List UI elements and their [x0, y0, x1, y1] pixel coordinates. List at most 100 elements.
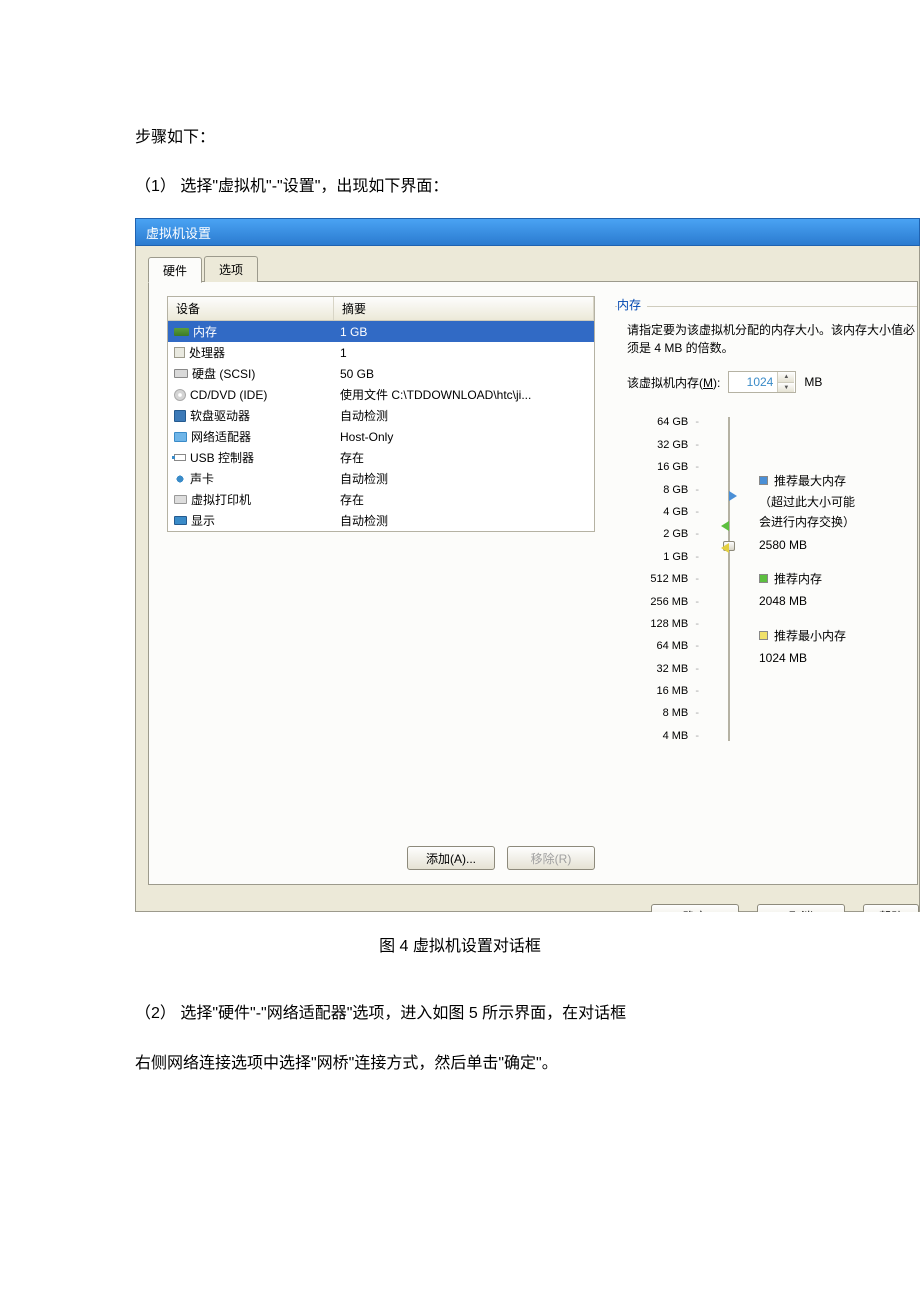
- device-summary: 自动检测: [334, 406, 594, 425]
- device-name: 内存: [193, 323, 217, 340]
- dialog-body: 硬件 选项 设备 摘要 内存 1 GB 处理器1 硬盘 (SCSI) 50 GB CD/D…: [135, 246, 920, 912]
- device-table-body: 内存 1 GB 处理器1 硬盘 (SCSI) 50 GB CD/DVD (IDE) 使用文件…: [168, 321, 594, 531]
- memory-input-label: 该虚拟机内存(M):: [627, 374, 720, 391]
- table-row[interactable]: 网络适配器Host-Only: [168, 426, 594, 447]
- spin-down-icon[interactable]: ▼: [778, 383, 794, 393]
- memory-value-input[interactable]: [729, 372, 777, 392]
- table-row[interactable]: 硬盘 (SCSI) 50 GB: [168, 363, 594, 384]
- mem-icon: [174, 328, 189, 336]
- tick-label: 32 MB -: [627, 658, 699, 680]
- device-name: CD/DVD (IDE): [190, 388, 267, 402]
- tick-label: 64 MB -: [627, 635, 699, 657]
- device-summary: 存在: [334, 448, 594, 467]
- legend-rec: 推荐内存 2048 MB: [759, 569, 915, 612]
- ok-button[interactable]: 确定: [651, 904, 739, 912]
- memory-input-row: 该虚拟机内存(M): ▲▼ MB: [627, 371, 915, 393]
- table-row[interactable]: 声卡自动检测: [168, 468, 594, 489]
- device-cell: CD/DVD (IDE): [168, 387, 334, 403]
- dialog-titlebar[interactable]: 虚拟机设置: [135, 218, 920, 246]
- spinner-buttons[interactable]: ▲▼: [777, 372, 794, 392]
- sound-icon: [174, 473, 186, 485]
- table-row[interactable]: 虚拟打印机存在: [168, 489, 594, 510]
- spin-up-icon[interactable]: ▲: [778, 372, 794, 383]
- device-button-row: 添加(A)... 移除(R): [167, 846, 595, 870]
- dialog-footer: 确定 取消 帮助: [148, 893, 919, 912]
- device-cell: 内存: [168, 322, 334, 341]
- marker-rec-icon: [721, 521, 729, 531]
- device-summary: 1 GB: [334, 324, 594, 340]
- hardware-panel: 设备 摘要 内存 1 GB 处理器1 硬盘 (SCSI) 50 GB CD/DVD (ID…: [148, 281, 918, 885]
- device-name: 硬盘 (SCSI): [192, 365, 255, 382]
- device-cell: 网络适配器: [168, 427, 334, 446]
- memory-slider-area: 64 GB -32 GB -16 GB -8 GB -4 GB -2 GB -1…: [627, 411, 915, 747]
- memory-unit: MB: [804, 375, 822, 389]
- table-row[interactable]: USB 控制器 存在: [168, 447, 594, 468]
- help-button[interactable]: 帮助: [863, 904, 919, 912]
- device-cell: 显示: [168, 511, 334, 530]
- col-device[interactable]: 设备: [168, 297, 334, 320]
- table-row[interactable]: 软盘驱动器 自动检测: [168, 405, 594, 426]
- table-row[interactable]: CD/DVD (IDE) 使用文件 C:\TDDOWNLOAD\htc\ji...: [168, 384, 594, 405]
- cancel-button[interactable]: 取消: [757, 904, 845, 912]
- tick-label: 128 MB -: [627, 613, 699, 635]
- doc-step-1: （1） 选择"虚拟机"-"设置"，出现如下界面：: [135, 169, 920, 204]
- table-row[interactable]: 内存 1 GB: [168, 321, 594, 342]
- memory-description: 请指定要为该虚拟机分配的内存大小。该内存大小值必须是 4 MB 的倍数。: [627, 321, 915, 357]
- printer-icon: [174, 495, 187, 504]
- usb-icon: [174, 454, 186, 461]
- device-name: 软盘驱动器: [190, 407, 250, 424]
- device-cell: 硬盘 (SCSI): [168, 364, 334, 383]
- tick-label: 8 GB -: [627, 479, 699, 501]
- memory-slider[interactable]: [721, 411, 737, 747]
- vm-settings-dialog: 虚拟机设置 硬件 选项 设备 摘要 内存 1 GB 处理器1 硬盘 (SCSI) 50 …: [135, 218, 920, 912]
- legend-min: 推荐最小内存 1024 MB: [759, 626, 915, 669]
- legend-min-swatch-icon: [759, 631, 768, 640]
- memory-panel: 内存 请指定要为该虚拟机分配的内存大小。该内存大小值必须是 4 MB 的倍数。 …: [615, 296, 917, 751]
- tick-label: 32 GB -: [627, 434, 699, 456]
- marker-min-icon: [721, 543, 729, 553]
- device-summary: 自动检测: [334, 469, 594, 488]
- memory-groupbox: 请指定要为该虚拟机分配的内存大小。该内存大小值必须是 4 MB 的倍数。 该虚拟…: [615, 306, 917, 751]
- legend-max: 推荐最大内存 （超过此大小可能 会进行内存交换） 2580 MB: [759, 471, 915, 555]
- device-summary: 存在: [334, 490, 594, 509]
- device-name: 显示: [191, 512, 215, 529]
- memory-tick-labels: 64 GB -32 GB -16 GB -8 GB -4 GB -2 GB -1…: [627, 411, 699, 747]
- doc-step-2b: 右侧网络连接选项中选择"网桥"连接方式，然后单击"确定"。: [135, 1046, 920, 1081]
- device-summary: 自动检测: [334, 511, 594, 530]
- tab-strip: 硬件 选项: [148, 256, 919, 282]
- device-cell: 声卡: [168, 469, 334, 488]
- legend-rec-swatch-icon: [759, 574, 768, 583]
- memory-spinner[interactable]: ▲▼: [728, 371, 796, 393]
- device-cell: 软盘驱动器: [168, 406, 334, 425]
- device-cell: USB 控制器: [168, 448, 334, 467]
- net-icon: [174, 432, 187, 442]
- slider-track: [728, 417, 730, 741]
- table-row[interactable]: 显示 自动检测: [168, 510, 594, 531]
- cd-icon: [174, 389, 186, 401]
- device-summary: Host-Only: [334, 429, 594, 445]
- device-name: USB 控制器: [190, 449, 254, 466]
- floppy-icon: [174, 410, 186, 422]
- device-summary: 使用文件 C:\TDDOWNLOAD\htc\ji...: [334, 385, 594, 404]
- tick-label: 1 GB -: [627, 546, 699, 568]
- tick-label: 16 MB -: [627, 680, 699, 702]
- cpu-icon: [174, 347, 185, 358]
- device-summary: 50 GB: [334, 366, 594, 382]
- figure-caption: 图 4 虚拟机设置对话框: [0, 932, 920, 956]
- table-row[interactable]: 处理器1: [168, 342, 594, 363]
- tick-label: 64 GB -: [627, 411, 699, 433]
- doc-step-2a: （2） 选择"硬件"-"网络适配器"选项，进入如图 5 所示界面，在对话框: [135, 996, 920, 1031]
- device-table-header: 设备 摘要: [168, 297, 594, 321]
- dialog-title: 虚拟机设置: [146, 223, 211, 242]
- tab-options[interactable]: 选项: [204, 256, 258, 282]
- device-table: 设备 摘要 内存 1 GB 处理器1 硬盘 (SCSI) 50 GB CD/DVD (ID…: [167, 296, 595, 532]
- remove-button: 移除(R): [507, 846, 595, 870]
- tab-hardware[interactable]: 硬件: [148, 257, 202, 283]
- device-name: 处理器: [189, 344, 225, 361]
- col-summary[interactable]: 摘要: [334, 297, 594, 320]
- device-cell: 虚拟打印机: [168, 490, 334, 509]
- display-icon: [174, 516, 187, 525]
- tick-label: 512 MB -: [627, 568, 699, 590]
- tick-label: 8 MB -: [627, 702, 699, 724]
- add-button[interactable]: 添加(A)...: [407, 846, 495, 870]
